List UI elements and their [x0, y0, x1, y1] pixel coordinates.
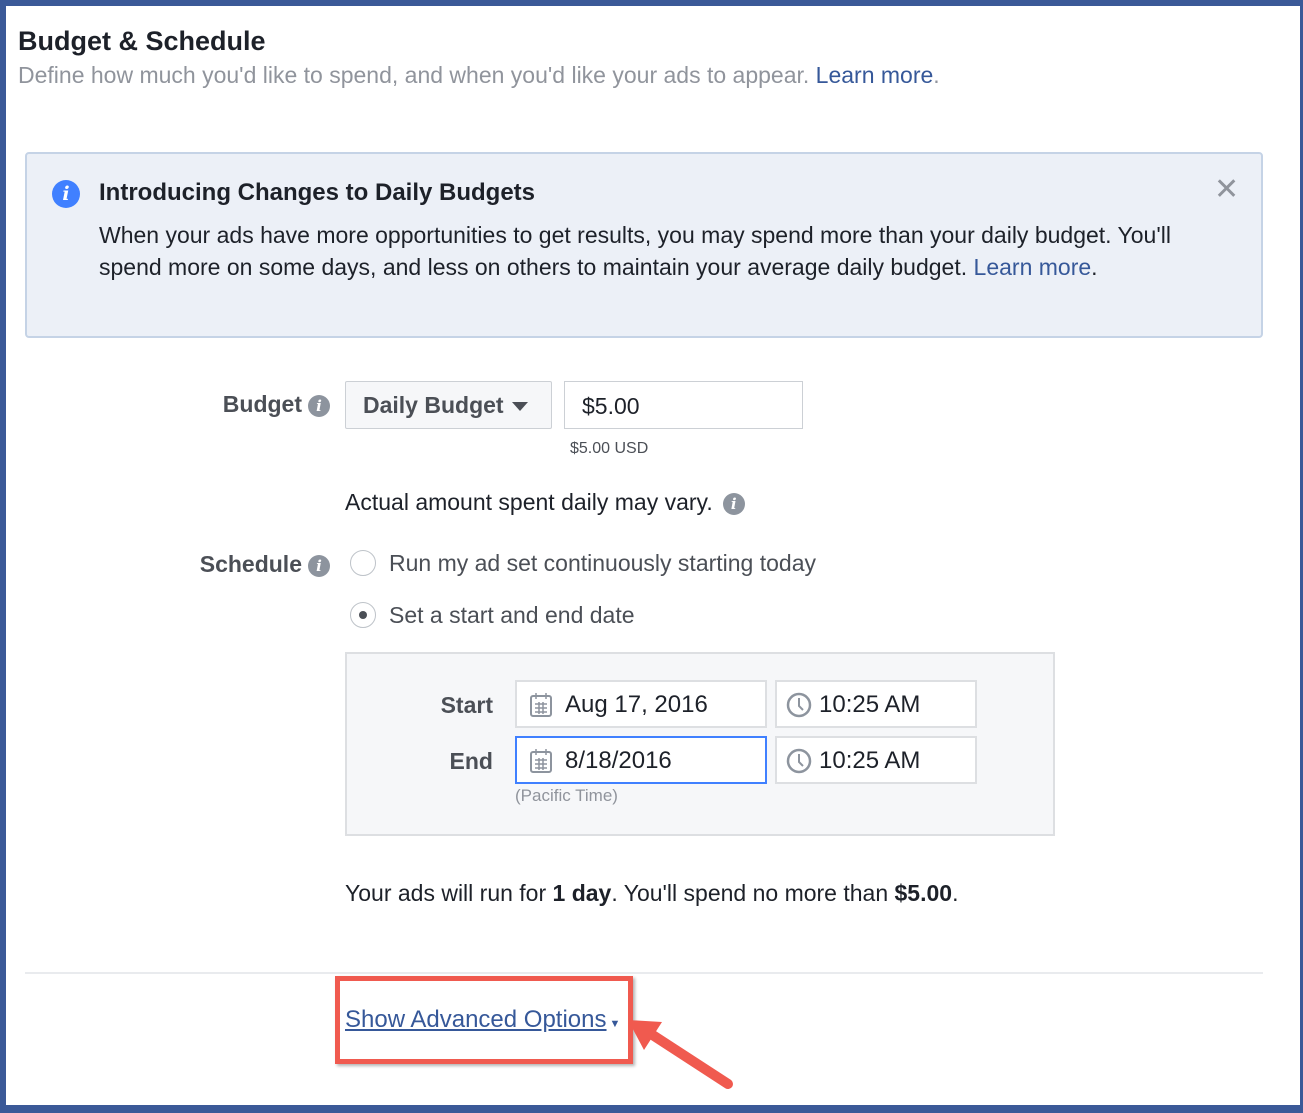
- summary-text: .: [952, 880, 959, 906]
- budget-amount-input[interactable]: $5.00: [564, 381, 803, 429]
- start-time-input[interactable]: 10:25 AM: [775, 680, 977, 728]
- radio-start-end[interactable]: [350, 602, 376, 628]
- budget-usd: $5.00 USD: [570, 440, 649, 457]
- info-icon: i: [52, 180, 80, 208]
- arrow-annotation-icon: [628, 1020, 733, 1089]
- budget-label-text: Budget: [222, 391, 302, 417]
- radio-continuous-label[interactable]: Run my ad set continuously starting toda…: [389, 550, 816, 577]
- start-date-input[interactable]: Aug 17, 2016: [515, 680, 767, 728]
- budget-label: Budget i: [150, 391, 330, 418]
- end-date-value: 8/18/2016: [565, 747, 672, 774]
- end-date-input[interactable]: 8/18/2016: [515, 736, 767, 784]
- caret-down-icon: ▼: [609, 1018, 621, 1030]
- summary-duration: 1 day: [552, 880, 612, 906]
- notice-title: Introducing Changes to Daily Budgets: [99, 179, 536, 206]
- schedule-label-text: Schedule: [199, 551, 302, 577]
- show-advanced-options-link[interactable]: Show Advanced Options ▼: [345, 1006, 620, 1034]
- info-icon[interactable]: i: [308, 554, 330, 577]
- section-subtitle: Define how much you'd like to spend, and…: [18, 62, 940, 89]
- clock-icon: [786, 748, 812, 774]
- summary-amount: $5.00: [894, 880, 953, 906]
- start-time-value: 10:25 AM: [819, 691, 921, 718]
- caret-down-icon: [511, 402, 528, 412]
- subtitle-text: Define how much you'd like to spend, and…: [18, 62, 810, 88]
- clock-icon: [786, 692, 812, 718]
- end-label: End: [449, 748, 493, 774]
- summary-text: Your ads will run for: [345, 880, 553, 906]
- info-icon[interactable]: i: [308, 394, 330, 417]
- timezone-note: (Pacific Time): [515, 786, 618, 805]
- info-icon[interactable]: i: [722, 492, 745, 515]
- close-icon[interactable]: ✕: [1214, 172, 1239, 207]
- start-label: Start: [440, 692, 493, 718]
- summary-text: . You'll spend no more than: [611, 880, 895, 906]
- learn-more-link[interactable]: Learn more: [816, 62, 934, 88]
- divider: [25, 972, 1263, 974]
- notice-body: When your ads have more opportunities to…: [99, 219, 1179, 283]
- radio-continuous[interactable]: [350, 550, 376, 576]
- schedule-label: Schedule i: [150, 551, 330, 578]
- date-range-panel: Start Aug 17, 2016 10:25 AM End 8/18/201…: [345, 652, 1055, 836]
- start-date-value: Aug 17, 2016: [565, 691, 708, 718]
- calendar-icon: [530, 693, 552, 717]
- advanced-label: Show Advanced Options: [345, 1006, 607, 1033]
- run-summary: Your ads will run for 1 day. You'll spen…: [345, 880, 958, 907]
- period: .: [1091, 254, 1098, 280]
- section-title: Budget & Schedule: [18, 26, 266, 56]
- end-time-input[interactable]: 10:25 AM: [775, 736, 977, 784]
- calendar-icon: [530, 749, 552, 773]
- radio-start-end-label[interactable]: Set a start and end date: [389, 602, 635, 629]
- budget-type-dropdown[interactable]: Daily Budget: [345, 381, 552, 429]
- period: .: [933, 62, 940, 88]
- budget-note-text: Actual amount spent daily may vary.: [345, 489, 713, 515]
- notice-learn-more-link[interactable]: Learn more: [974, 254, 1092, 280]
- budget-note: Actual amount spent daily may vary. i: [345, 489, 745, 516]
- end-time-value: 10:25 AM: [819, 747, 921, 774]
- budget-type-value: Daily Budget: [363, 392, 504, 418]
